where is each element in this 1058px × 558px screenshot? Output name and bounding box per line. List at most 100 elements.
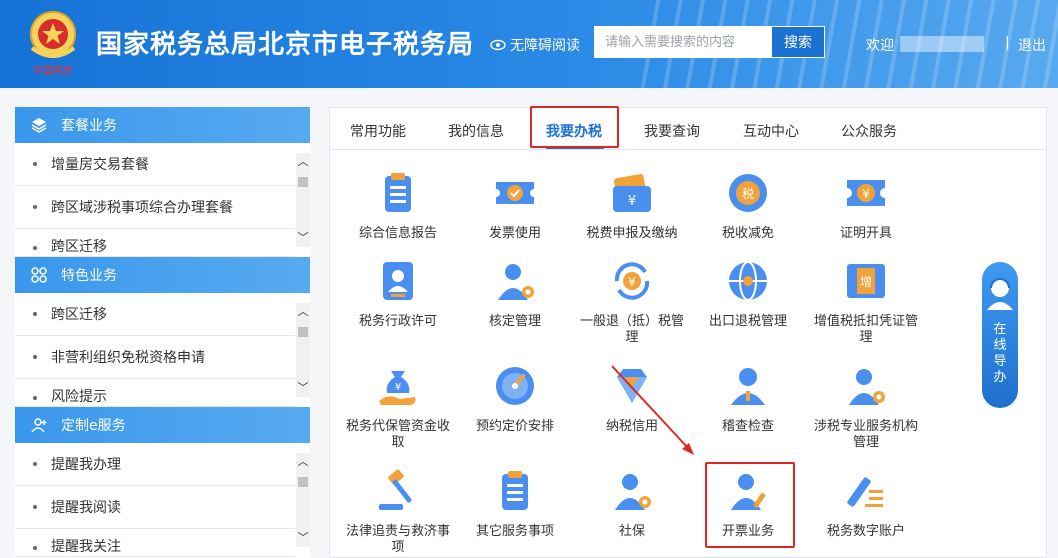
sidebar-item-label: 提醒我办理 [51,457,121,473]
sidebar-section-custom[interactable]: 定制e服务 [15,407,310,443]
accessibility-label: 无障碍阅读 [510,38,580,54]
scroll-thumb[interactable] [298,327,308,337]
sidebar-list: 增量房交易套餐 跨区域涉税事项综合办理套餐 跨区迁移 [15,143,310,257]
svg-text:¥: ¥ [862,187,870,201]
money-bag-hand-icon: ¥ [379,371,416,405]
gauge-icon [496,367,534,405]
main-panel: 常用功能 我的信息 我要办税 我要查询 互动中心 公众服务 综合信息报告 发票使… [329,106,1047,558]
logout-link[interactable]: 退出 [1018,35,1046,55]
yen-refresh-icon: ¥ [614,262,650,300]
chevron-up-icon[interactable]: ︿ [296,455,310,469]
bullet [33,396,37,400]
sidebar-section-package[interactable]: 套餐业务 [15,107,310,143]
sidebar-item[interactable]: 风险提示 [15,379,295,407]
tab-common[interactable]: 常用功能 [350,121,406,141]
tile-label: 法律追责与救济事项 [345,524,450,555]
tile-vat-voucher[interactable]: 增 增值税抵扣凭证管理 [811,258,921,346]
tab-query[interactable]: 我要查询 [644,121,700,141]
tile-tax-credit[interactable]: 纳税信用 [577,363,687,435]
sidebar-item[interactable]: 提醒我关注 [15,529,295,557]
tile-label: 预约定价安排 [475,419,554,434]
chevron-down-icon[interactable]: ﹀ [296,531,310,545]
tile-other-services[interactable]: 其它服务事项 [460,468,570,540]
chevron-down-icon[interactable]: ﹀ [296,381,310,395]
accessibility-toggle[interactable]: 无障碍阅读 [490,35,580,55]
tile-label: 出口退税管理 [708,314,787,329]
globe-icon [729,261,767,301]
scroll-thumb[interactable] [298,477,308,487]
chevron-up-icon[interactable]: ︿ [296,155,310,169]
chevron-up-icon[interactable]: ︿ [296,305,310,319]
tile-tax-reduction[interactable]: 税 税收减免 [693,170,803,242]
tile-label: 增值税抵扣凭证管理 [813,314,918,345]
tile-label: 涉税专业服务机构管理 [813,419,918,450]
sidebar-section-title: 套餐业务 [61,118,117,134]
bullet [33,205,37,209]
tile-export-refund[interactable]: 出口退税管理 [693,258,803,330]
sidebar-item-label: 跨区迁移 [51,239,107,255]
tile-inspection[interactable]: 稽查检查 [693,363,803,435]
sidebar-item[interactable]: 增量房交易套餐 [15,143,295,186]
tile-pricing[interactable]: 预约定价安排 [460,363,570,435]
welcome-text: 欢迎 [866,38,894,54]
tab-interaction[interactable]: 互动中心 [743,121,799,141]
search-input[interactable] [595,27,772,57]
tile-label: 税务行政许可 [358,314,437,329]
sidebar-item[interactable]: 跨区迁移 [15,229,295,257]
sidebar-item-label: 跨区域涉税事项综合办理套餐 [51,200,233,216]
id-card-icon [383,262,413,300]
annotation-highlight-tab [530,106,619,148]
sidebar-item[interactable]: 提醒我阅读 [15,486,295,529]
chevron-down-icon[interactable]: ﹀ [296,231,310,245]
tile-invoice-use[interactable]: 发票使用 [460,170,570,242]
username-redacted [900,36,984,52]
bullet [33,312,37,316]
tile-digital-account[interactable]: 税务数字账户 [811,468,921,540]
tile-comprehensive-report[interactable]: 综合信息报告 [343,170,453,242]
tab-public-service[interactable]: 公众服务 [841,121,897,141]
tile-social-security[interactable]: 社保 [577,468,687,540]
sidebar-section-feature[interactable]: 特色业务 [15,257,310,293]
tile-certificate[interactable]: ¥ 证明开具 [811,170,921,242]
sidebar-scrollbar[interactable]: ︿ ﹀ [296,153,310,247]
svg-text:增: 增 [860,275,872,289]
tab-my-info[interactable]: 我的信息 [448,121,504,141]
sidebar-item[interactable]: 跨区域涉税事项综合办理套餐 [15,186,295,229]
document-list-icon [502,471,528,510]
yen-ticket-icon: ¥ [847,180,885,206]
tile-label: 核定管理 [488,314,541,329]
tile-refund[interactable]: ¥ 一般退（抵）税管理 [577,258,687,346]
site-header: 中国税务 国家税务总局北京市电子税务局 无障碍阅读 搜索 欢迎 | 退出 [0,0,1058,88]
sidebar-item-label: 风险提示 [51,389,107,405]
vat-ticket-icon: 增 [847,264,885,298]
yen-wallet-icon: ¥ [613,174,651,212]
sidebar-scrollbar[interactable]: ︿ ﹀ [296,303,310,397]
sidebar-list: 跨区迁移 非营利组织免税资格申请 风险提示 [15,293,310,407]
layers-icon [31,118,47,133]
sidebar-item-label: 提醒我关注 [51,539,121,555]
tile-agency-management[interactable]: 涉税专业服务机构管理 [811,363,921,451]
online-guide-button[interactable]: 在 线 导 办 [982,262,1018,408]
sidebar-scrollbar[interactable]: ︿ ﹀ [296,453,310,547]
scroll-thumb[interactable] [298,177,308,187]
sidebar-item[interactable]: 跨区迁移 [15,293,295,336]
tile-label: 纳税信用 [605,419,658,434]
sidebar-item-label: 非营利组织免税资格申请 [51,350,205,366]
tile-admin-license[interactable]: 税务行政许可 [343,258,453,330]
document-list-icon [385,173,411,212]
tile-declare-pay[interactable]: ¥ 税费申报及缴纳 [577,170,687,242]
sidebar-item[interactable]: 提醒我办理 [15,443,295,486]
tab-bar: 常用功能 我的信息 我要办税 我要查询 互动中心 公众服务 [330,106,1046,150]
svg-text:¥: ¥ [395,382,401,393]
tile-label: 综合信息报告 [358,226,437,241]
tile-label: 稽查检查 [721,419,774,434]
tile-custody-funds[interactable]: ¥ 税务代保管资金收取 [343,363,453,451]
tax-coin-icon: 税 [729,174,767,212]
header-divider: | [1005,35,1010,51]
user-plus-icon [31,418,47,433]
sidebar-item[interactable]: 非营利组织免税资格申请 [15,336,295,379]
tile-assessment[interactable]: 核定管理 [460,258,570,330]
apps-icon [31,267,47,283]
tile-legal-relief[interactable]: 法律追责与救济事项 [343,468,453,556]
search-button[interactable]: 搜索 [772,27,824,57]
